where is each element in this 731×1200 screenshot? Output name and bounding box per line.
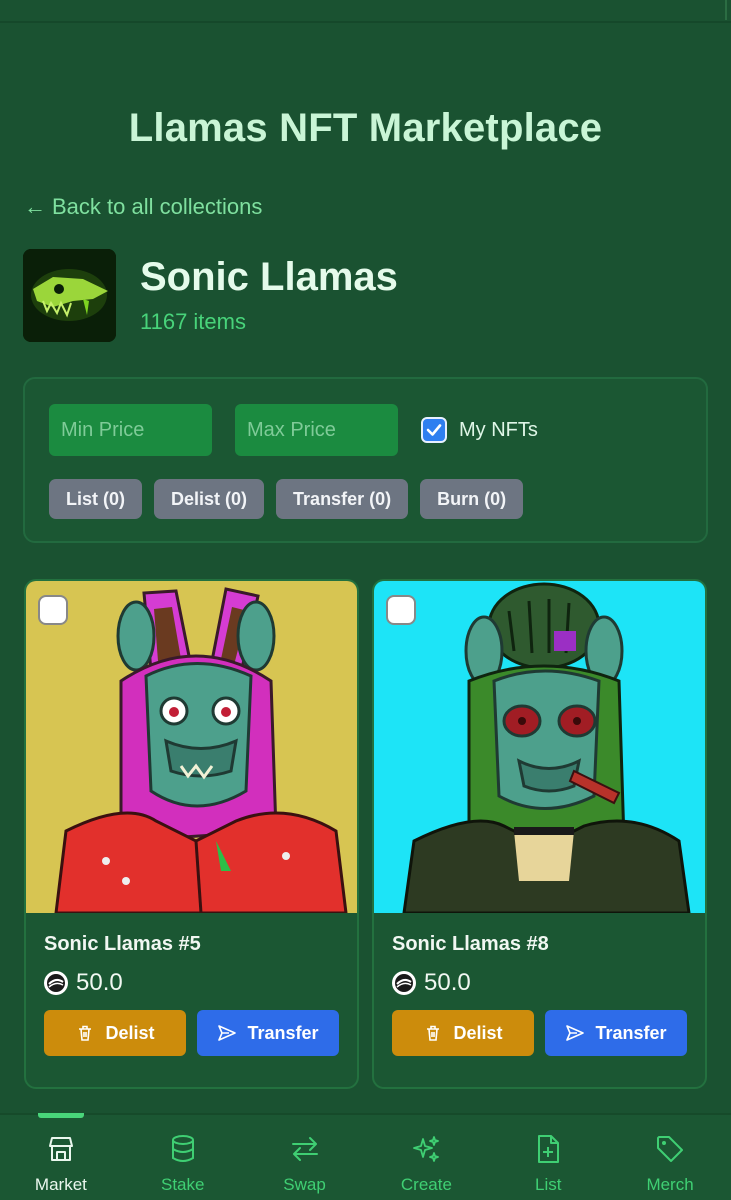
bulk-transfer-button[interactable]: Transfer (0) [276,479,409,519]
tag-icon [657,1136,684,1162]
nav-item-merch[interactable]: Merch [609,1115,731,1200]
nav-label: List [534,1175,562,1194]
bottom-nav: Market Stake Swap Create List Merch [0,1113,731,1200]
nft-title: Sonic Llamas #5 [44,933,201,955]
nav-item-swap[interactable]: Swap [244,1115,366,1200]
filter-panel: My NFTs List (0) Delist (0) Transfer (0)… [23,377,708,543]
send-icon [566,1025,585,1041]
database-icon [171,1135,194,1162]
bulk-list-button[interactable]: List (0) [49,479,143,519]
nav-label: Merch [646,1175,694,1194]
nft-image[interactable] [374,581,705,913]
collection-logo [23,249,116,342]
active-nav-indicator [38,1113,84,1118]
delist-button[interactable]: Delist [392,1010,534,1056]
file-plus-icon [538,1135,560,1163]
nft-price: 50.0 [44,969,123,997]
collection-name: Sonic Llamas [140,255,398,299]
bulk-action-row: List (0) Delist (0) Transfer (0) Burn (0… [49,479,524,519]
delist-label: Delist [453,1022,503,1043]
nav-label: Swap [283,1175,326,1194]
delist-button[interactable]: Delist [44,1010,186,1056]
collection-item-count: 1167 items [140,309,246,334]
transfer-button[interactable]: Transfer [545,1010,687,1056]
collection-header: Sonic Llamas 1167 items [23,249,398,342]
nav-label: Market [34,1175,87,1194]
bulk-burn-button[interactable]: Burn (0) [420,479,524,519]
nft-card[interactable]: Sonic Llamas #5 50.0 Delist Transfer [24,579,359,1089]
sonic-token-icon [44,971,68,995]
price-value: 50.0 [76,969,123,996]
nav-item-list[interactable]: List [487,1115,609,1200]
transfer-label: Transfer [595,1022,667,1043]
nft-price: 50.0 [392,969,471,997]
nft-select-checkbox[interactable] [38,595,68,625]
nav-label: Create [400,1175,452,1194]
my-nfts-label: My NFTs [459,418,538,441]
sparkles-icon [413,1136,440,1162]
trash-icon [79,1025,92,1041]
my-nfts-toggle[interactable]: My NFTs [421,417,538,443]
page-title: Llamas NFT Marketplace [128,106,603,150]
back-link-label: Back to all collections [52,194,263,219]
nft-image[interactable] [26,581,357,913]
transfer-button[interactable]: Transfer [197,1010,339,1056]
nft-title: Sonic Llamas #8 [392,933,549,955]
nav-item-market[interactable]: Market [0,1115,122,1200]
top-bar [0,0,731,23]
back-to-collections-link[interactable]: ← Back to all collections [24,194,262,220]
swap-arrows-icon [291,1137,318,1161]
scroll-indicator [725,0,727,20]
delist-label: Delist [105,1022,155,1043]
price-value: 50.0 [424,969,471,996]
nav-item-create[interactable]: Create [365,1115,487,1200]
max-price-input[interactable] [235,404,398,456]
nav-item-stake[interactable]: Stake [122,1115,244,1200]
arrow-left-icon: ← [24,194,46,219]
sonic-token-icon [392,971,416,995]
nft-select-checkbox[interactable] [386,595,416,625]
min-price-input[interactable] [49,404,212,456]
transfer-label: Transfer [247,1022,319,1043]
my-nfts-checkbox[interactable] [421,417,447,443]
checkmark-icon [426,424,442,436]
nav-label: Stake [161,1175,205,1194]
bulk-delist-button[interactable]: Delist (0) [154,479,265,519]
nft-card[interactable]: Sonic Llamas #8 50.0 Delist Transfer [372,579,707,1089]
trash-icon [427,1025,440,1041]
send-icon [218,1025,237,1041]
store-icon [48,1137,73,1161]
